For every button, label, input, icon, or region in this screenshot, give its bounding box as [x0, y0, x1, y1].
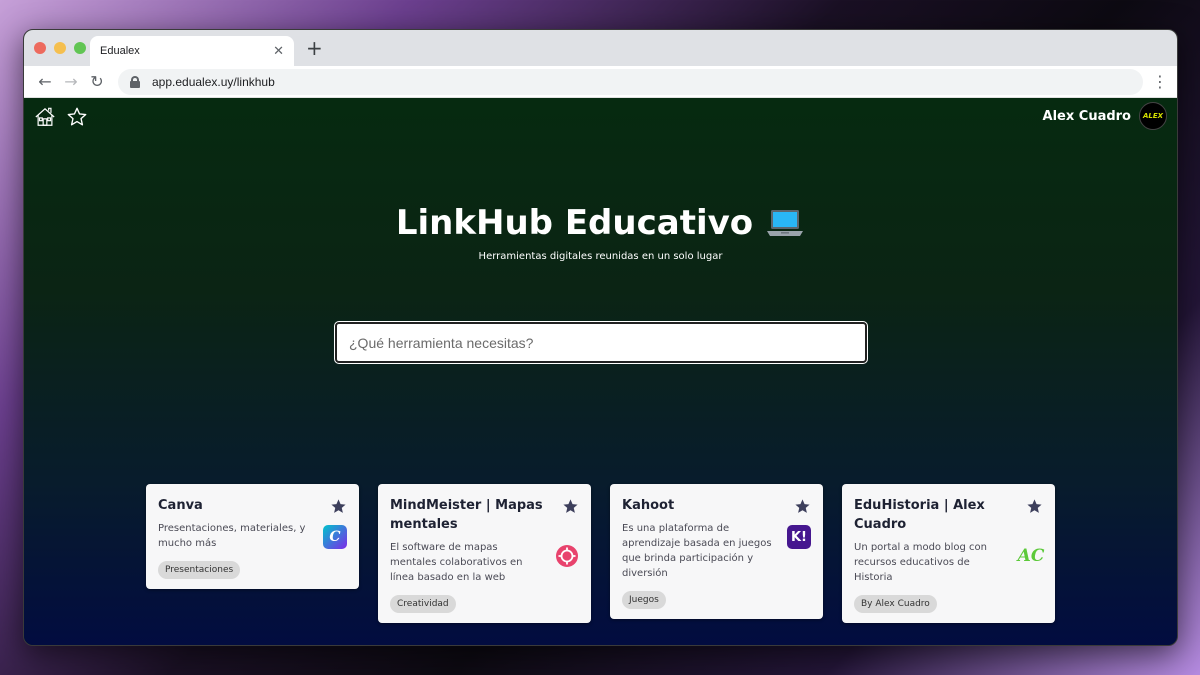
reload-button[interactable]: ↻: [84, 69, 110, 95]
page-content: Alex Cuadro ALEX LinkHub Educativo Herra…: [24, 98, 1177, 645]
page-title: LinkHub Educativo: [396, 203, 805, 243]
card-title: MindMeister | Mapas mentales: [390, 498, 543, 532]
url-text: app.edualex.uy/linkhub: [152, 74, 275, 89]
card-title: Canva: [158, 498, 203, 513]
card-title: EduHistoria | Alex Cuadro: [854, 498, 985, 532]
window-controls: [34, 42, 86, 54]
hero: LinkHub Educativo Herramientas digitales…: [24, 203, 1177, 262]
category-tag: By Alex Cuadro: [854, 595, 937, 613]
card-description: Es una plataforma de aprendizaje basada …: [622, 523, 772, 579]
category-tag: Presentaciones: [158, 561, 241, 579]
card-description: El software de mapas mentales colaborati…: [390, 542, 523, 583]
canva-logo-icon: C: [323, 525, 347, 549]
top-nav: [34, 106, 88, 128]
tool-card-canva[interactable]: Canva Presentaciones, materiales, y much…: [146, 484, 359, 589]
close-window-button[interactable]: [34, 42, 46, 54]
lock-icon[interactable]: [130, 76, 140, 88]
tool-cards: Canva Presentaciones, materiales, y much…: [146, 484, 1055, 623]
browser-tab[interactable]: Edualex ✕: [90, 36, 294, 66]
home-icon[interactable]: [34, 106, 56, 128]
favorite-star-icon[interactable]: [562, 498, 579, 515]
forward-button[interactable]: →: [58, 69, 84, 95]
card-description: Un portal a modo blog con recursos educa…: [854, 542, 987, 583]
card-title: Kahoot: [622, 498, 675, 513]
back-button[interactable]: ←: [32, 69, 58, 95]
minimize-window-button[interactable]: [54, 42, 66, 54]
laptop-icon: [767, 210, 804, 236]
user-name: Alex Cuadro: [1042, 108, 1131, 124]
card-description: Presentaciones, materiales, y mucho más: [158, 523, 306, 549]
maximize-window-button[interactable]: [74, 42, 86, 54]
category-tag: Juegos: [622, 591, 666, 609]
avatar[interactable]: ALEX: [1139, 102, 1167, 130]
mindmeister-logo-icon: [556, 545, 578, 567]
browser-window: Edualex ✕ + ← → ↻ app.edualex.uy/linkhub…: [23, 29, 1178, 646]
browser-toolbar: ← → ↻ app.edualex.uy/linkhub ⋮: [24, 66, 1177, 98]
browser-titlebar: Edualex ✕ +: [24, 30, 1177, 66]
address-bar[interactable]: app.edualex.uy/linkhub: [118, 68, 1143, 95]
browser-menu-button[interactable]: ⋮: [1151, 72, 1169, 91]
user-menu[interactable]: Alex Cuadro ALEX: [1043, 102, 1167, 130]
page-title-text: LinkHub Educativo: [395, 203, 754, 243]
favorite-star-icon[interactable]: [330, 498, 347, 515]
category-tag: Creatividad: [390, 595, 456, 613]
tool-card-kahoot[interactable]: Kahoot Es una plataforma de aprendizaje …: [610, 484, 823, 619]
tool-card-eduhistoria[interactable]: EduHistoria | Alex Cuadro Un portal a mo…: [842, 484, 1055, 623]
favorite-star-icon[interactable]: [794, 498, 811, 515]
tab-title: Edualex: [100, 45, 140, 57]
tool-card-mindmeister[interactable]: MindMeister | Mapas mentales El software…: [378, 484, 591, 623]
eduhistoria-logo-icon: AC: [1017, 546, 1045, 566]
tab-close-icon[interactable]: ✕: [273, 44, 284, 59]
search-input[interactable]: [335, 322, 867, 363]
kahoot-logo-icon: K!: [787, 525, 811, 549]
favorite-star-icon[interactable]: [1026, 498, 1043, 515]
new-tab-button[interactable]: +: [306, 38, 323, 58]
page-subtitle: Herramientas digitales reunidas en un so…: [478, 251, 723, 262]
star-icon[interactable]: [66, 106, 88, 128]
